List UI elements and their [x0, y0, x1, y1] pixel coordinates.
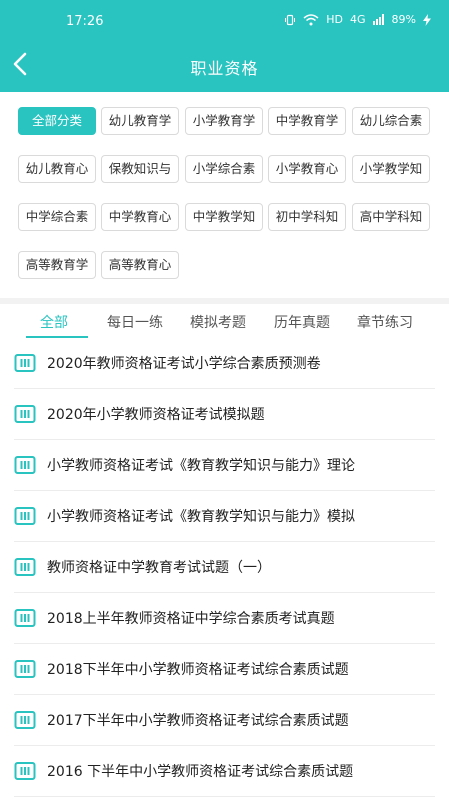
status-bar: 17:26 HD 4G 89% [0, 0, 449, 42]
category-chip[interactable]: 中学综合素 [18, 203, 96, 231]
tab-past-exams[interactable]: 历年真题 [274, 312, 330, 332]
exam-paper-icon [14, 711, 36, 729]
signal-icon [372, 14, 384, 25]
exam-paper-icon [14, 660, 36, 678]
category-chip[interactable]: 初中学科知 [268, 203, 346, 231]
exam-paper-icon [14, 456, 36, 474]
list-item[interactable]: 2017下半年中小学教师资格证考试综合素质试题 [0, 695, 449, 746]
category-chip[interactable]: 小学综合素 [185, 155, 263, 183]
category-chip[interactable]: 中学教育心 [101, 203, 179, 231]
category-chip[interactable]: 保教知识与 [101, 155, 179, 183]
category-chip[interactable]: 幼儿教育心 [18, 155, 96, 183]
list-item[interactable]: 小学教师资格证考试《教育教学知识与能力》理论 [0, 440, 449, 491]
paper-title: 2016 下半年中小学教师资格证考试综合素质试题 [47, 764, 354, 780]
charging-icon [423, 13, 431, 26]
vibrate-icon [285, 14, 296, 25]
page-title: 职业资格 [190, 59, 259, 78]
paper-title: 小学教师资格证考试《教育教学知识与能力》理论 [47, 458, 355, 474]
list-item[interactable]: 2018下半年中小学教师资格证考试综合素质试题 [0, 644, 449, 695]
category-chip-all[interactable]: 全部分类 [18, 107, 96, 135]
exam-paper-icon [14, 558, 36, 576]
category-chip[interactable]: 小学教育心 [268, 155, 346, 183]
paper-title: 2018下半年中小学教师资格证考试综合素质试题 [47, 662, 349, 678]
exam-paper-icon [14, 762, 36, 780]
list-item[interactable]: 小学教师资格证考试《教育教学知识与能力》模拟 [0, 491, 449, 542]
exam-paper-icon [14, 609, 36, 627]
list-item[interactable]: 2020年教师资格证考试小学综合素质预测卷 [0, 338, 449, 389]
paper-title: 2017下半年中小学教师资格证考试综合素质试题 [47, 713, 349, 729]
category-chip[interactable]: 中学教育学 [268, 107, 346, 135]
paper-title: 2020年小学教师资格证考试模拟题 [47, 407, 265, 423]
row-divider [14, 796, 435, 797]
list-item[interactable]: 2018上半年教师资格证中学综合素质考试真题 [0, 593, 449, 644]
paper-title: 2018上半年教师资格证中学综合素质考试真题 [47, 611, 335, 627]
top-bar: 17:26 HD 4G 89% 职业资格 [0, 0, 449, 92]
category-chip[interactable]: 高等教育学 [18, 251, 96, 279]
category-chip[interactable]: 高中学科知 [352, 203, 430, 231]
category-chip[interactable]: 幼儿教育学 [101, 107, 179, 135]
category-chip[interactable]: 小学教学知 [352, 155, 430, 183]
filter-tabs: 全部 每日一练 模拟考题 历年真题 章节练习 [0, 304, 449, 340]
list-item[interactable]: 2016 下半年中小学教师资格证考试综合素质试题 [0, 746, 449, 797]
tab-all[interactable]: 全部 [40, 312, 68, 332]
tab-chapter-practice[interactable]: 章节练习 [357, 312, 413, 332]
list-item[interactable]: 教师资格证中学教育考试试题（一） [0, 542, 449, 593]
category-chip[interactable]: 中学教学知 [185, 203, 263, 231]
exam-paper-icon [14, 354, 36, 372]
category-chip[interactable]: 幼儿综合素 [352, 107, 430, 135]
exam-paper-icon [14, 405, 36, 423]
category-chip[interactable]: 高等教育心 [101, 251, 179, 279]
status-time: 17:26 [66, 14, 104, 29]
paper-title: 2020年教师资格证考试小学综合素质预测卷 [47, 356, 321, 372]
tab-mock-exam[interactable]: 模拟考题 [190, 312, 246, 332]
category-grid: 全部分类 幼儿教育学 小学教育学 中学教育学 幼儿综合素 幼儿教育心 保教知识与… [0, 92, 449, 298]
paper-title: 小学教师资格证考试《教育教学知识与能力》模拟 [47, 509, 355, 525]
category-chip[interactable]: 小学教育学 [185, 107, 263, 135]
paper-title: 教师资格证中学教育考试试题（一） [47, 560, 271, 576]
tab-daily-practice[interactable]: 每日一练 [107, 312, 163, 332]
wifi-icon [303, 13, 319, 25]
network-type: HD [326, 13, 344, 26]
status-icons: HD 4G 89% [284, 13, 431, 26]
signal-type: 4G [350, 13, 366, 26]
list-item[interactable]: 2020年小学教师资格证考试模拟题 [0, 389, 449, 440]
exam-paper-icon [14, 507, 36, 525]
battery-level: 89% [391, 13, 416, 26]
